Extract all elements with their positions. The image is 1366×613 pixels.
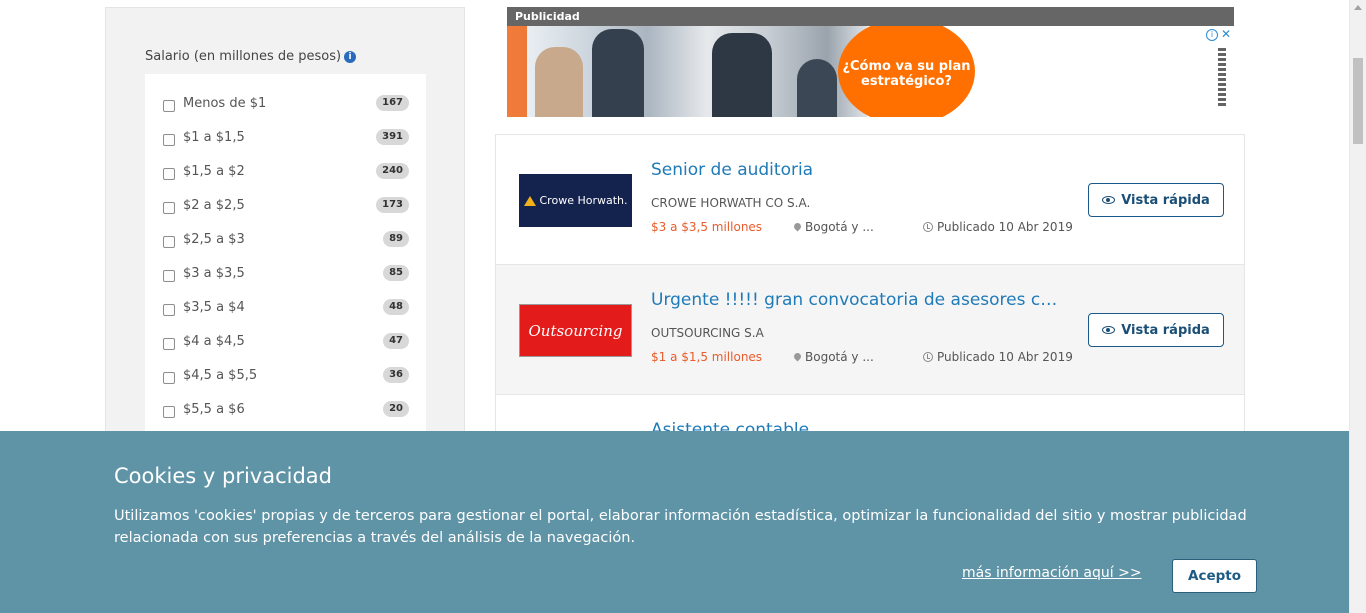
ad-person [535, 47, 583, 117]
salary-option-label[interactable]: $4 a $4,5 [183, 334, 245, 349]
salary-option-label[interactable]: Menos de $1 [183, 96, 266, 111]
salary-option[interactable]: $3,5 a $4 48 [163, 299, 409, 319]
salary-option-count-badge: 36 [383, 367, 409, 383]
map-pin-icon [792, 351, 803, 362]
job-salary: $1 a $1,5 millones [651, 350, 763, 364]
job-published-text: Publicado 10 Abr 2019 [937, 220, 1073, 234]
quick-view-label: Vista rápida [1121, 192, 1210, 208]
salary-option-checkbox[interactable] [163, 236, 175, 248]
salary-option[interactable]: $2 a $2,5 173 [163, 197, 409, 217]
salary-option-label[interactable]: $5,5 a $6 [183, 402, 245, 417]
ad-headline: ¿Cómo va su plan estratégico? [842, 59, 971, 89]
salary-option-checkbox[interactable] [163, 304, 175, 316]
salary-option-checkbox[interactable] [163, 270, 175, 282]
scroll-up-arrow-icon[interactable] [1354, 5, 1362, 10]
ad-banner[interactable]: ¿Cómo va su plan estratégico? i ✕ [507, 26, 1234, 117]
salary-option-label[interactable]: $4,5 a $5,5 [183, 368, 257, 383]
salary-option-count-badge: 173 [376, 197, 409, 213]
salary-option-count-badge: 167 [376, 95, 409, 111]
accept-button[interactable]: Acepto [1172, 559, 1257, 593]
salary-option[interactable]: Menos de $1 167 [163, 95, 409, 115]
job-salary: $3 a $3,5 millones [651, 220, 763, 234]
salary-option-checkbox[interactable] [163, 100, 175, 112]
company-logo-text: Outsourcing [528, 321, 623, 340]
cookie-banner: Cookies y privacidad Utilizamos 'cookies… [0, 431, 1349, 613]
job-published-date: Publicado 10 Abr 2019 [923, 220, 1073, 234]
job-location: Bogotá y ... [792, 350, 874, 364]
cookie-text: Utilizamos 'cookies' propias y de tercer… [114, 508, 1247, 546]
salary-filter-label: Salario (en millones de pesos) [145, 49, 342, 64]
salary-option-count-badge: 48 [383, 299, 409, 315]
salary-option[interactable]: $5,5 a $6 20 [163, 401, 409, 421]
salary-option-label[interactable]: $2 a $2,5 [183, 198, 245, 213]
salary-option-label[interactable]: $3,5 a $4 [183, 300, 245, 315]
triangle-icon [523, 195, 536, 206]
ad-info-icon[interactable]: i [1206, 29, 1218, 41]
eye-icon [1102, 326, 1116, 334]
salary-option[interactable]: $1,5 a $2 240 [163, 163, 409, 183]
salary-option-checkbox[interactable] [163, 372, 175, 384]
quick-view-button[interactable]: Vista rápida [1088, 313, 1224, 347]
company-logo-text: Crowe Horwath. [539, 194, 628, 207]
cookie-title: Cookies y privacidad [114, 464, 332, 488]
quick-view-button[interactable]: Vista rápida [1088, 183, 1224, 217]
job-list: Crowe Horwath. Senior de auditoria CROWE… [495, 134, 1245, 525]
salary-option-checkbox[interactable] [163, 168, 175, 180]
salary-option[interactable]: $1 a $1,5 391 [163, 129, 409, 149]
ad-photo [507, 26, 867, 117]
salary-option-checkbox[interactable] [163, 338, 175, 350]
filter-sidebar: Salario (en millones de pesos) i Menos de… [105, 7, 465, 454]
salary-filter-list: Menos de $1 167 $1 a $1,5 391 $1,5 a $2 … [145, 74, 426, 454]
job-title[interactable]: Urgente !!!!! gran convocatoria de aseso… [651, 290, 1066, 310]
salary-option-label[interactable]: $1 a $1,5 [183, 130, 245, 145]
job-location-text: Bogotá y ... [805, 350, 874, 364]
more-info-link[interactable]: más información aquí >> [962, 565, 1142, 581]
info-icon[interactable]: i [344, 51, 357, 63]
clock-icon [923, 352, 933, 362]
salary-option-label[interactable]: $1,5 a $2 [183, 164, 245, 179]
clock-icon [923, 222, 933, 232]
page: Salario (en millones de pesos) i Menos de… [0, 0, 1366, 613]
job-location-text: Bogotá y ... [805, 220, 874, 234]
job-card[interactable]: Crowe Horwath. Senior de auditoria CROWE… [496, 135, 1244, 265]
eye-icon [1102, 196, 1116, 204]
job-published-date: Publicado 10 Abr 2019 [923, 350, 1073, 364]
salary-option[interactable]: $4 a $4,5 47 [163, 333, 409, 353]
job-title[interactable]: Senior de auditoria [651, 160, 1066, 180]
salary-option[interactable]: $3 a $3,5 85 [163, 265, 409, 285]
salary-option[interactable]: $2,5 a $3 89 [163, 231, 409, 251]
job-location: Bogotá y ... [792, 220, 874, 234]
ad-close-icon[interactable]: ✕ [1221, 27, 1231, 41]
scrollbar-thumb[interactable] [1353, 58, 1363, 144]
ad-side-text [1218, 48, 1226, 108]
salary-option-checkbox[interactable] [163, 202, 175, 214]
salary-option-count-badge: 85 [383, 265, 409, 281]
job-published-text: Publicado 10 Abr 2019 [937, 350, 1073, 364]
salary-option-checkbox[interactable] [163, 134, 175, 146]
company-logo[interactable]: Crowe Horwath. [519, 174, 632, 227]
salary-option-count-badge: 89 [383, 231, 409, 247]
company-name: OUTSOURCING S.A [651, 326, 764, 340]
ad-person [712, 33, 772, 117]
page-scrollbar[interactable] [1349, 0, 1366, 613]
ad-header: Publicidad [507, 7, 1234, 26]
map-pin-icon [792, 221, 803, 232]
salary-option-count-badge: 391 [376, 129, 409, 145]
ad-person [797, 59, 837, 117]
quick-view-label: Vista rápida [1121, 322, 1210, 338]
salary-option-count-badge: 20 [383, 401, 409, 417]
company-name: CROWE HORWATH CO S.A. [651, 196, 811, 210]
salary-option-checkbox[interactable] [163, 406, 175, 418]
ad-person [592, 29, 644, 117]
salary-option-label[interactable]: $3 a $3,5 [183, 266, 245, 281]
salary-option-count-badge: 240 [376, 163, 409, 179]
job-card[interactable]: Outsourcing Urgente !!!!! gran convocato… [496, 265, 1244, 395]
salary-option-label[interactable]: $2,5 a $3 [183, 232, 245, 247]
salary-option-count-badge: 47 [383, 333, 409, 349]
salary-filter-title: Salario (en millones de pesos) i [145, 49, 357, 64]
salary-option[interactable]: $4,5 a $5,5 36 [163, 367, 409, 387]
company-logo[interactable]: Outsourcing [519, 304, 632, 357]
